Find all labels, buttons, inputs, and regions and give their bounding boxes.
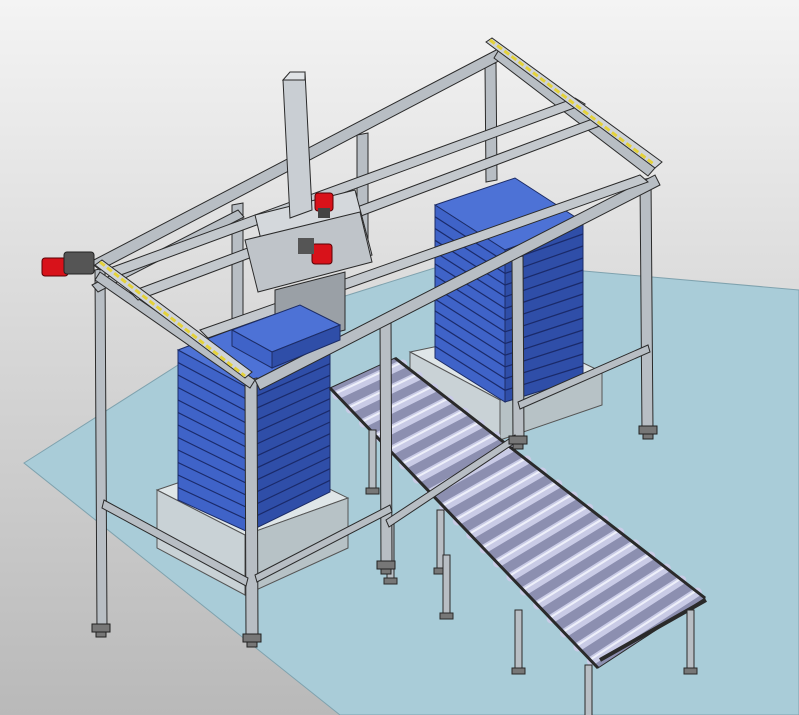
cad-viewport xyxy=(0,0,799,715)
palletizer-3d-render xyxy=(23,37,799,715)
left-drive-motor xyxy=(41,251,95,277)
floor-plate xyxy=(23,259,799,715)
